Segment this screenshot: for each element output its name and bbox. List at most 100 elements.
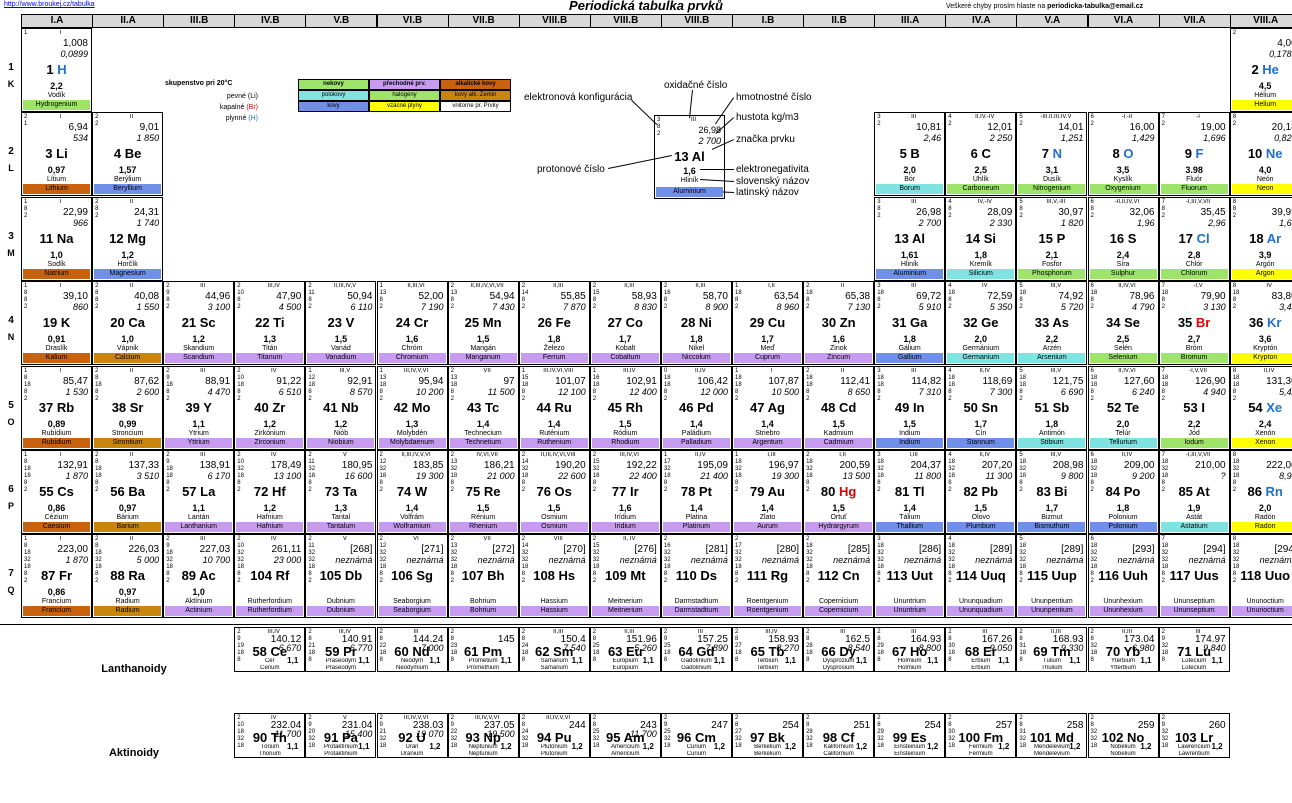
element-cell[interactable]: 4 18 32 32 18 8 2 [289] neznámá 114 Uuq Unun… <box>945 534 1017 619</box>
element-cell[interactable]: 5 2 -III.II.III.IV.V 14,01 1,251 7 N 3,1 Dusík… <box>1016 112 1088 197</box>
element-cell[interactable]: 7 18 18 8 2 -I,V,VII 126,90 4 940 53 I 2,2 Jód… <box>1158 365 1230 450</box>
element-cell[interactable]: 4 2 II.IV.-IV 12,01 2 250 6 C 2,5 Uhlík Carbone… <box>945 112 1017 197</box>
element-cell[interactable]: 8 18 18 8 2II,IV131,305,4254 Xe2,4XenónX… <box>1229 365 1292 450</box>
element-cell[interactable]: 6 18 32 18 8 2 II,IV 209,00 9 200 84 Po 1,8 Po… <box>1087 450 1159 534</box>
element-cell[interactable]: 1 8 2 I 22,99 966 11 Na 1,0 Sodík Natrium <box>21 196 92 281</box>
element-cell[interactable]: 1 8 18 8 2 I 85,47 1 530 37 Rb 0,89 Rubídium Ru… <box>21 365 92 450</box>
element-cell[interactable]: 1 15 18 8 2 III,IV,VI,VIII 101,07 12 100 44 … <box>518 365 590 450</box>
series-element-cell[interactable]: 2 9 21 32 18 III,IV,V,VI 238.03 19 070 92 U1… <box>376 713 448 758</box>
element-cell[interactable]: 2 16 8 2 II,III 58,70 8 900 28 Ni 1,8 Nikel Nic… <box>660 281 732 366</box>
series-element-cell[interactable]: 2 8 32 32 18 259 102 No 1,2 Nobélium Nobelium <box>1087 713 1159 758</box>
element-cell[interactable]: 1 18 8 2 I,II 63,54 8 960 29 Cu 1,7 Meď Cuprum <box>732 281 803 366</box>
element-cell[interactable]: 4 18 32 18 8 2 II,IV 207,20 11 300 82 Pb 1,5 O… <box>945 450 1017 534</box>
element-cell[interactable]: 2 11 8 2 II,III,IV,V 50,94 6 110 23 V 1,5 Vaná… <box>305 281 377 366</box>
element-cell[interactable]: 1 13 8 2 II,III,VI 52,00 7 190 24 Cr 1,6 Chróm… <box>376 281 448 366</box>
element-cell[interactable]: 7 8 2 -I,III,V,VII 35,45 2,96 17 Cl 2,8 Chlór C… <box>1158 196 1230 281</box>
series-element-cell[interactable]: 2 9 20 32 18 V 231.04 15 400 91 Pa 1,1 Protakt… <box>305 713 377 758</box>
error-report-email[interactable]: periodicka-tabulka@email.cz <box>1047 3 1143 10</box>
element-cell[interactable]: 1 I 1,008 0,0899 1 H 2,2 Vodík Hydrogenium <box>21 28 92 112</box>
element-cell[interactable]: 1 16 18 8 2 III,IV 102,91 12 400 45 Rh 1,5 Ród… <box>589 365 661 450</box>
series-element-cell[interactable]: 2 8 25 32 18 243 11 700 95 Am 1,2 Amerícium Am… <box>589 713 661 758</box>
element-cell[interactable]: 5 18 18 8 2 III,V 121,75 6 690 51 Sb 1,8 Antim… <box>1016 365 1088 450</box>
element-cell[interactable]: 6 18 32 32 18 8 2 [293] neznámá 116 Uuh Unun… <box>1087 534 1159 619</box>
element-cell[interactable]: 5 18 32 18 8 2 III,V 208,98 9 800 83 Bi 1,7 Bi… <box>1016 450 1088 534</box>
element-cell[interactable]: 2 11 32 32 18 8 2 V [268] neznámá 105 Db Dubn… <box>305 534 377 619</box>
element-cell[interactable]: 3 18 18 8 2 III 114,82 7 310 49 In 1,5 Indium I… <box>874 365 946 450</box>
element-cell[interactable]: 2 13 32 32 18 8 2 VII [272] neznámá 107 Bh Bo… <box>447 534 519 619</box>
series-element-cell[interactable]: 2 9 22 32 18 III,IV,V,VI 237.05 19 500 93 Np… <box>447 713 519 758</box>
series-element-cell[interactable]: 2 9 32 18 8 III 174.97 9 840 71 Lu 1,1 Lutéciu… <box>1158 627 1230 672</box>
series-element-cell[interactable]: 2 8 28 18 8 III 162.5 8 540 66 Dy 1,1 Dysprózi… <box>803 627 875 672</box>
element-cell[interactable]: 2 15 32 18 8 2 III,IV,VI 192,22 22 400 77 Ir… <box>589 450 661 534</box>
element-cell[interactable]: 2 4,000,1785 2 He 4,5HéliumHelium <box>1229 28 1292 112</box>
element-cell[interactable]: 6 2 -I.-II 16,00 1,429 8 O 3,5 Kyslík Oxygenium <box>1087 112 1159 197</box>
element-cell[interactable]: 4 18 8 2 IV 72,59 5 350 32 Ge 2,0 Germánium Ger… <box>945 281 1017 366</box>
element-cell[interactable]: 8 18 8 2 IV83,803,44 36 Kr 3,6KryptónKrypto… <box>1229 281 1292 366</box>
element-cell[interactable]: 2 10 32 32 18 8 2 IV 261,11 23 000 104 Rf Rut… <box>234 534 306 619</box>
element-cell[interactable]: 1 17 32 18 8 2 II,IV 195,09 21 400 78 Pt 1,4 P… <box>660 450 732 534</box>
element-cell[interactable]: 2 9 8 2 III 44,96 3 100 21 Sc 1,2 Skandium Scan… <box>163 281 235 366</box>
element-cell[interactable]: 2 18 8 2 II 65,38 7 130 30 Zn 1,6 Zinok Zincum <box>803 281 875 366</box>
series-element-cell[interactable]: 2 9 25 18 8 III 157.25 7 890 64 Gd 1,1 Gadolín… <box>660 627 732 672</box>
element-cell[interactable]: 2 12 32 18 8 2 II,III,IV,V,VI 183,85 19 300… <box>376 450 448 534</box>
series-element-cell[interactable]: 2 9 25 32 18 247 96 Cm 1,2 Curium Curium <box>660 713 732 758</box>
element-cell[interactable]: 5 8 2 III,V,-III 30,97 1 820 15 P 2,1 Fosfor Ph… <box>1016 196 1088 281</box>
element-cell[interactable]: 2 9 18 18 8 2 III 138,91 6 170 57 La 1,1 Lantá… <box>163 450 235 534</box>
element-cell[interactable]: 5 18 32 32 18 8 2 [289] neznámá 115 Uup Unun… <box>1016 534 1088 619</box>
element-cell[interactable]: 2 1 I 6,94 534 3 Li 0,97 Lítium Lithium <box>21 112 92 197</box>
series-element-cell[interactable]: 2 8 25 18 8 II,III 151.96 5 260 63 Eu 1,1 Euró… <box>589 627 661 672</box>
element-cell[interactable]: 7 18 32 32 18 8 2 [294] neznámá 117 Uus Unun… <box>1158 534 1230 619</box>
element-cell[interactable]: 2 18 18 8 2 II 112,41 8 650 48 Cd 1,5 Kadmium C… <box>803 365 875 450</box>
series-element-cell[interactable]: 2 8 30 32 18 257 100 Fm 1,2 Fermium Fermium <box>945 713 1017 758</box>
element-cell[interactable]: 2 18 32 18 8 2 I,II 200,59 13 500 80 Hg 1,5 Or… <box>803 450 875 534</box>
element-cell[interactable]: 2 10 32 18 8 2 IV 178,49 13 100 72 Hf 1,2 Hafn… <box>234 450 306 534</box>
element-cell[interactable]: 2 13 18 8 2 VII 97 11 500 43 Tc 1,4 Technecium… <box>447 365 519 450</box>
element-cell[interactable]: 3 18 32 32 18 8 2 [286] neznámá 113 Uut Unun… <box>874 534 946 619</box>
element-cell[interactable]: 3 18 32 18 8 2 I,III 204,37 11 800 81 Tl 1,4 T… <box>874 450 946 534</box>
element-cell[interactable]: 2 14 8 2 II,III 55,85 7 870 26 Fe 1,8 Železo Fe… <box>518 281 590 366</box>
series-element-cell[interactable]: 2 8 32 18 8 II,III 173.04 6 980 70 Yb 1,1 Yter… <box>1087 627 1159 672</box>
series-element-cell[interactable]: 2 8 29 32 18 254 99 Es 1,2 Einsteinium Einste… <box>874 713 946 758</box>
element-cell[interactable]: 2 8 2 II 24,31 1 740 12 Mg 1,2 Horčík Magnesium <box>92 196 164 281</box>
element-cell[interactable]: 2 14 32 32 18 8 2 VIII [270] neznámá 108 Hs H… <box>518 534 590 619</box>
element-cell[interactable]: 8 2 20,180,828 10 Ne 4,0NeónNeon <box>1229 112 1292 197</box>
series-element-cell[interactable]: 2 8 22 18 8 III 144.24 7 000 60 Nd 1,1 Neodým N… <box>376 627 448 672</box>
element-cell[interactable]: 2 8 18 32 18 8 2 II 226,03 5 000 88 Ra 0,97 Ra… <box>92 534 164 619</box>
element-cell[interactable]: 2 15 8 2 II,III 58,93 8 830 27 Co 1,7 Kobalt Co… <box>589 281 661 366</box>
element-cell[interactable]: 1 12 18 8 2 III,V 92,91 8 570 41 Nb 1,2 Niób Ni… <box>305 365 377 450</box>
series-element-cell[interactable]: 2 8 31 32 18 258 101 Md 1,2 Mendelevium Mende… <box>1016 713 1088 758</box>
series-element-cell[interactable]: 2 8 24 32 18 III,IV,V,VI 244 94 Pu 1,2 Plutón… <box>518 713 590 758</box>
series-element-cell[interactable]: 2 8 21 18 8 III,IV 140.91 6 770 59 Pr 1,1 Pras… <box>305 627 377 672</box>
series-element-cell[interactable]: 2 8 27 18 8 III,IV 158.93 8 270 65 Tb 1,1 Terb… <box>732 627 803 672</box>
element-cell[interactable]: 6 18 8 2 II,IV,VI 78,96 4 790 34 Se 2,5 Selén S… <box>1087 281 1159 366</box>
series-element-cell[interactable]: 2 10 18 32 18 IV 232.04 11 700 90 Th 1,1 Tóriu… <box>234 713 306 758</box>
element-cell[interactable]: 2 16 32 32 18 8 2 [281] neznámá 110 Ds Darms… <box>660 534 732 619</box>
element-cell[interactable]: 2 10 8 2 III,IV 47,90 4 500 22 Ti 1,3 Titán Tit… <box>234 281 306 366</box>
series-element-cell[interactable]: 2 8 28 32 18 251 98 Cf 1,2 Kalifornium Califo… <box>803 713 875 758</box>
series-element-cell[interactable]: 2 9 32 32 18 260 103 Lr 1,2 Lawrencium Lawren… <box>1158 713 1230 758</box>
element-cell[interactable]: 2 15 32 32 18 8 2 II, IV [276] neznámá 109 M… <box>589 534 661 619</box>
element-cell[interactable]: 3 2 III 10,81 2,46 5 B 2,0 Bór Borum <box>874 112 946 197</box>
element-cell[interactable]: 2 10 18 8 2 IV 91,22 6 510 40 Zr 1,2 Zirkónium… <box>234 365 306 450</box>
element-cell[interactable]: 8 8 2 39,951,64 18 Ar 3,9ArgónArgon <box>1229 196 1292 281</box>
series-element-cell[interactable]: 2 8 30 18 8 III 167.26 9 050 68 Er 1,1 Erbium E… <box>945 627 1017 672</box>
element-cell[interactable]: 2 12 32 32 18 8 2 VI [271] neznámá 106 Sg Sea… <box>376 534 448 619</box>
element-cell[interactable]: 7 2 -I 19,00 1,696 9 F 3.98 Fluór Fluorum <box>1158 112 1230 197</box>
element-cell[interactable]: 4 8 2 IV,-IV 28,09 2 330 14 Si 1,8 Kremík Silic… <box>945 196 1017 281</box>
element-cell[interactable]: 1 18 18 8 2 I 107,87 10 500 47 Ag 1,4 Striebro… <box>732 365 803 450</box>
element-cell[interactable]: 7 18 8 2 -I,V 79,90 3 130 35 Br 2,7 Bróm Bromum <box>1158 281 1230 366</box>
element-cell[interactable]: 7 18 32 18 8 2 -I,III,V,VII 210,00? 85 At 1,… <box>1158 450 1230 534</box>
series-element-cell[interactable]: 2 9 19 18 8 III,IV 140.12 6 670 58 Ce 1,1 Cer C… <box>234 627 306 672</box>
element-cell[interactable]: 2 8 18 8 2 II 87,62 2 600 38 Sr 0,99 Stroncium… <box>92 365 164 450</box>
element-cell[interactable]: 2 18 32 32 18 8 2 [285] neznámá 112 Cn Coper… <box>803 534 875 619</box>
element-cell[interactable]: 6 8 2 -II,II,IV,VI 32,06 1,96 16 S 2,4 Síra Sul… <box>1087 196 1159 281</box>
element-cell[interactable]: 2 9 18 8 2 III 88,91 4 470 39 Y 1,1 Ytrium Yttr… <box>163 365 235 450</box>
element-cell[interactable]: 4 18 18 8 2 II,IV 118,69 7 300 50 Sn 1,7 Cín St… <box>945 365 1017 450</box>
element-cell[interactable]: 3 8 2 III 26,98 2 700 13 Al 1,61 Hliník Alumini… <box>874 196 946 281</box>
element-cell[interactable]: 1 8 18 32 18 8 2 I 223,00 1 870 87 Fr 0,86 Fra… <box>21 534 92 619</box>
series-element-cell[interactable]: 2 8 29 18 8 III 164.93 8 800 67 Ho 1,1 Holmium… <box>874 627 946 672</box>
element-cell[interactable]: 6 18 18 8 2 II,IV,VI 127,60 6 240 52 Te 2,0 Te… <box>1087 365 1159 450</box>
element-cell[interactable]: 2 11 32 18 8 2 V 180,95 16 600 73 Ta 1,3 Tanta… <box>305 450 377 534</box>
element-cell[interactable]: 0 18 18 8 2 II,IV 106,42 12 000 46 Pd 1,4 Palá… <box>660 365 732 450</box>
element-cell[interactable]: 2 2 II 9,01 1 850 4 Be 1,57 Berýlium Beryllium <box>92 112 164 197</box>
